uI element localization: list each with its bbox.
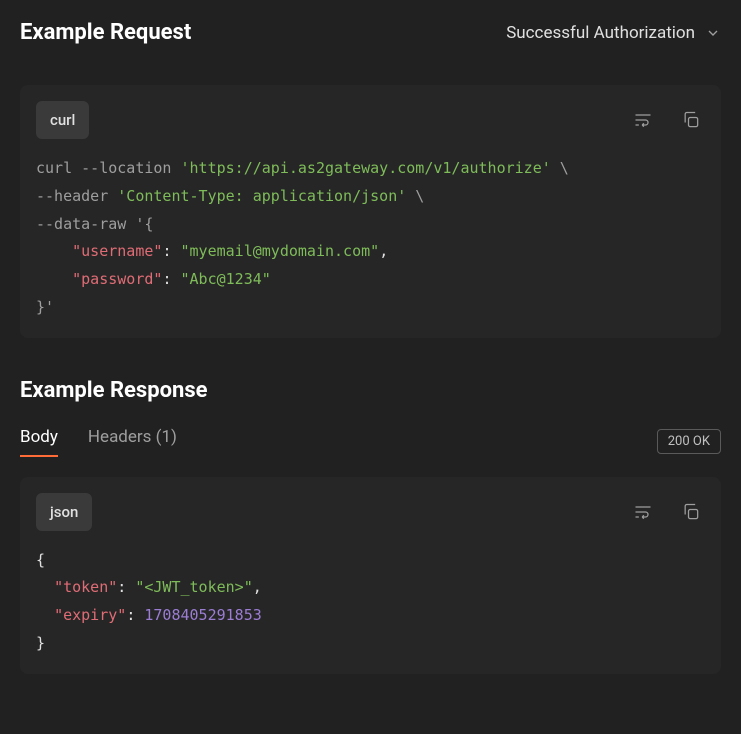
example-response-title: Example Response (20, 378, 721, 403)
tab-headers[interactable]: Headers (1) (88, 427, 177, 457)
response-tabs: Body Headers (1) (20, 427, 177, 457)
request-lang-badge: curl (36, 101, 89, 139)
copy-icon (681, 110, 701, 130)
chevron-down-icon (705, 25, 721, 41)
request-code-block: curl curl --location 'https://api.as2gat… (20, 85, 721, 338)
wrap-lines-button[interactable] (629, 106, 657, 134)
response-code-block: json { "token": "<JWT_token>", "expiry":… (20, 477, 721, 674)
wrap-lines-icon (633, 502, 653, 522)
status-badge: 200 OK (657, 429, 721, 454)
example-selector-dropdown[interactable]: Successful Authorization (506, 23, 721, 43)
copy-icon (681, 502, 701, 522)
copy-button[interactable] (677, 106, 705, 134)
copy-button[interactable] (677, 498, 705, 526)
wrap-lines-icon (633, 110, 653, 130)
example-request-title: Example Request (20, 20, 191, 45)
tab-body[interactable]: Body (20, 427, 58, 457)
wrap-lines-button[interactable] (629, 498, 657, 526)
dropdown-label: Successful Authorization (506, 23, 695, 43)
request-code-content: curl --location 'https://api.as2gateway.… (36, 155, 705, 322)
response-code-content: { "token": "<JWT_token>", "expiry": 1708… (36, 547, 705, 658)
response-lang-badge: json (36, 493, 92, 531)
